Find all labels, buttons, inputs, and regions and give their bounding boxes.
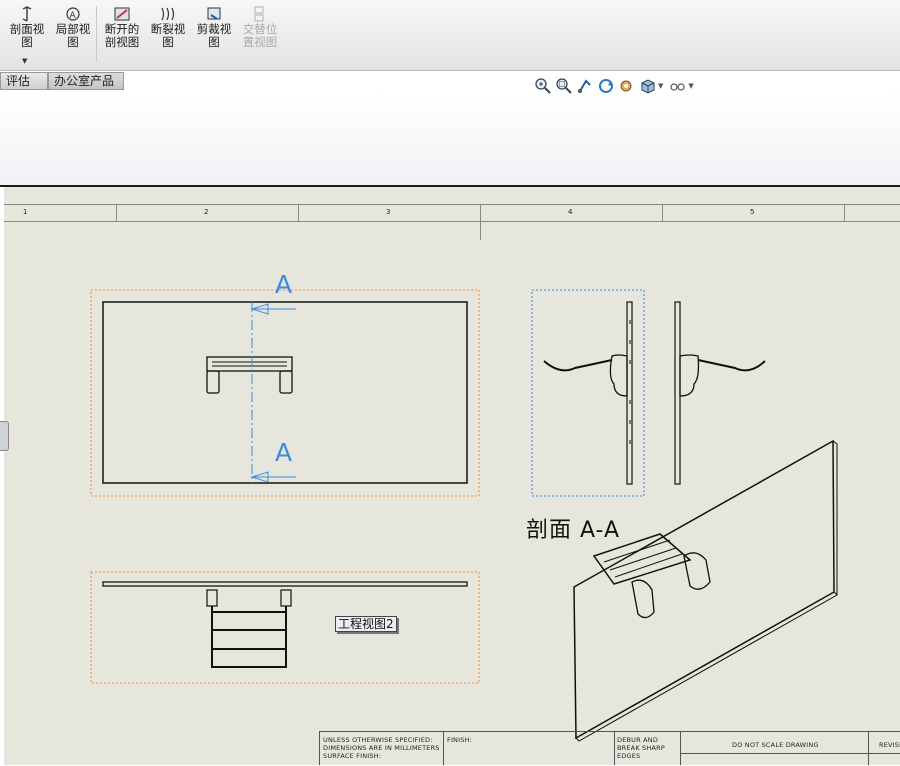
tolerance-note: UNLESS OTHERWISE SPECIFIED: DIMENSIONS A… — [323, 736, 440, 760]
finish-label: FINISH: — [447, 736, 473, 744]
deburr-note: DEBUR AND BREAK SHARP EDGES — [617, 736, 665, 760]
section-marker-bottom[interactable]: A — [275, 438, 292, 467]
section-view-a-a[interactable] — [531, 289, 645, 497]
drawing-view-side[interactable] — [674, 301, 766, 485]
scale-note: DO NOT SCALE DRAWING — [732, 741, 819, 749]
title-block-divider — [319, 731, 320, 765]
title-block-divider — [614, 731, 615, 765]
drawing-view-isometric[interactable] — [573, 439, 838, 742]
section-view-title[interactable]: 剖面 A-A — [526, 512, 620, 544]
drawing-views — [90, 289, 838, 742]
view-name-tooltip: 工程视图2 — [335, 616, 397, 632]
section-marker-top[interactable]: A — [275, 270, 292, 299]
revision-label: REVISI — [879, 741, 900, 749]
title-block-divider — [443, 731, 444, 765]
drawing-view-2[interactable] — [90, 571, 480, 684]
title-block-hline — [680, 753, 900, 754]
title-block-divider — [680, 731, 681, 765]
title-block-divider — [868, 731, 869, 765]
